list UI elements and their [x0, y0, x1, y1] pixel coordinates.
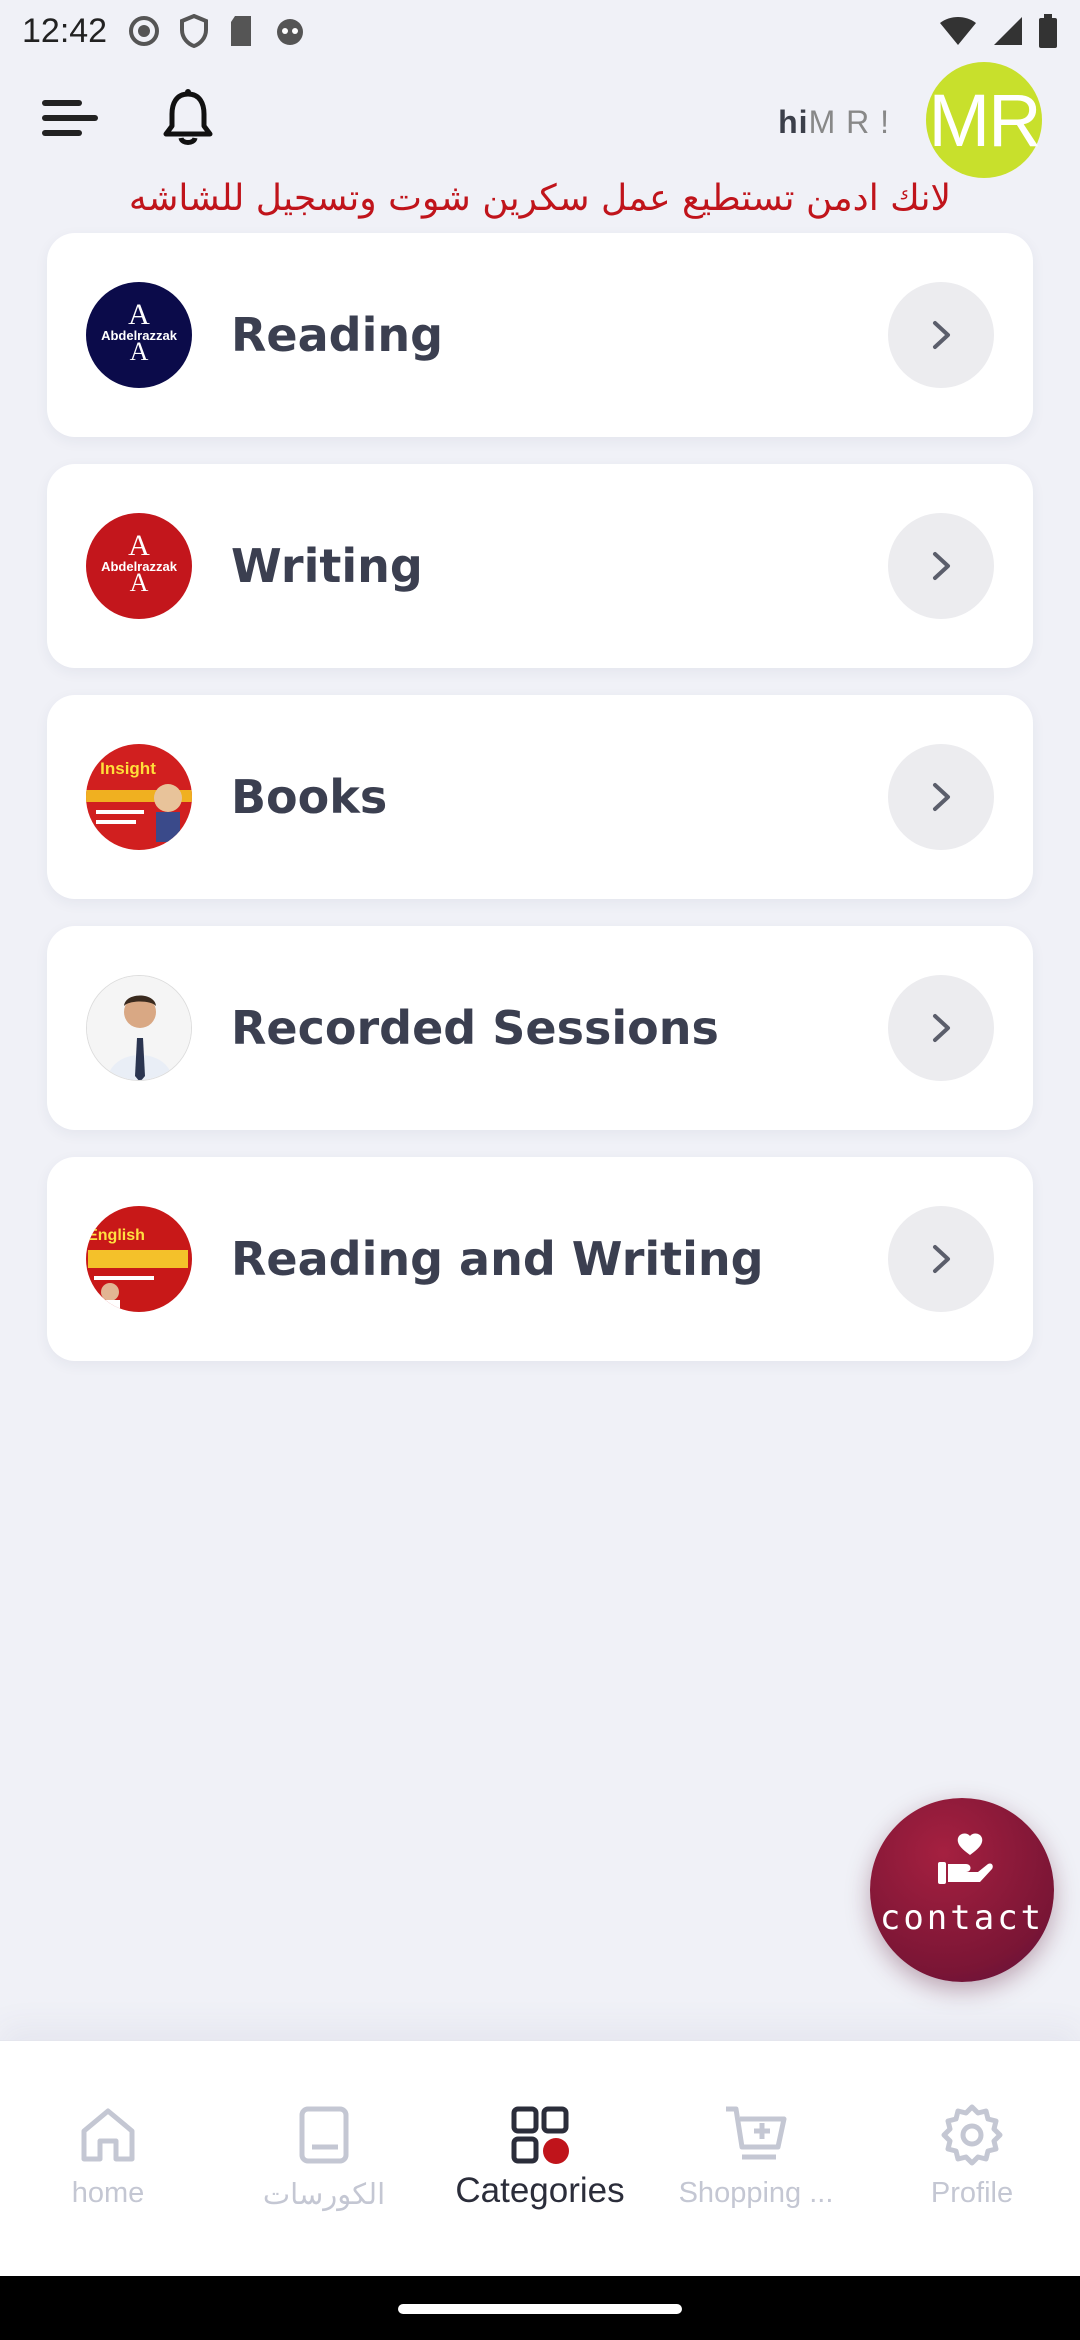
open-category-button[interactable]: [888, 744, 994, 850]
status-time: 12:42: [22, 11, 108, 50]
svg-text:English: English: [87, 1227, 145, 1244]
category-title: Reading and Writing: [231, 1232, 764, 1286]
svg-text:A: A: [128, 529, 150, 562]
category-list: A Abdelrazzak A Reading A Abdelrazzak A …: [47, 233, 1033, 1388]
cat-face-icon: [277, 19, 304, 45]
heart-hand-icon: [938, 1833, 993, 1884]
svg-text:A: A: [130, 568, 149, 597]
nav-label: home: [71, 2177, 145, 2209]
battery-icon: [1039, 14, 1057, 48]
open-category-button[interactable]: [888, 282, 994, 388]
cart-icon: [726, 2106, 787, 2160]
categories-grid-icon: [511, 2106, 569, 2164]
category-card-reading-and-writing[interactable]: English Reading and Writing: [47, 1157, 1033, 1361]
category-thumbnail: A Abdelrazzak A: [86, 513, 192, 619]
svg-text:A: A: [128, 298, 150, 331]
category-thumbnail: Insight: [86, 744, 192, 850]
nav-categories[interactable]: Categories: [432, 2041, 648, 2277]
chevron-right-icon: [933, 1014, 950, 1042]
contact-label: contact: [879, 1898, 1045, 1938]
app-header: hiM R ! MR: [0, 62, 1080, 178]
open-category-button[interactable]: [888, 1206, 994, 1312]
nav-label: الكورسات: [262, 2179, 386, 2211]
chevron-right-icon: [933, 1245, 950, 1273]
avatar[interactable]: MR: [926, 62, 1042, 178]
svg-text:A: A: [130, 337, 149, 366]
status-bar: 12:42: [0, 0, 1080, 62]
nav-profile[interactable]: Profile: [864, 2041, 1080, 2277]
category-card-writing[interactable]: A Abdelrazzak A Writing: [47, 464, 1033, 668]
open-category-button[interactable]: [888, 513, 994, 619]
signal-icon: [994, 17, 1022, 45]
category-thumbnail: English: [86, 1206, 192, 1312]
greeting-prefix: hi: [778, 104, 809, 140]
wifi-icon: [940, 17, 976, 45]
nav-home[interactable]: home: [0, 2041, 216, 2277]
gesture-bar: [0, 2276, 1080, 2340]
menu-button[interactable]: [40, 96, 100, 140]
gear-icon: [941, 2104, 1003, 2166]
home-icon: [81, 2108, 135, 2162]
record-icon: [129, 16, 160, 46]
menu-icon: [42, 100, 98, 136]
category-card-recorded-sessions[interactable]: Recorded Sessions: [47, 926, 1033, 1130]
nav-courses[interactable]: الكورسات: [216, 2041, 432, 2277]
nav-shopping[interactable]: Shopping ...: [648, 2041, 864, 2277]
category-card-reading[interactable]: A Abdelrazzak A Reading: [47, 233, 1033, 437]
category-title: Writing: [231, 539, 423, 593]
chevron-right-icon: [933, 552, 950, 580]
bell-icon: [163, 89, 213, 145]
home-indicator[interactable]: [398, 2304, 682, 2314]
notifications-button[interactable]: [160, 88, 216, 148]
shield-icon: [180, 14, 209, 48]
greeting: hiM R !: [778, 104, 890, 141]
nav-label: Shopping ...: [678, 2177, 834, 2209]
chevron-right-icon: [933, 783, 950, 811]
svg-text:Insight: Insight: [100, 759, 156, 778]
open-category-button[interactable]: [888, 975, 994, 1081]
category-thumbnail: A Abdelrazzak A: [86, 282, 192, 388]
category-thumbnail: [86, 975, 192, 1081]
category-card-books[interactable]: Insight Books: [47, 695, 1033, 899]
book-icon: [299, 2106, 349, 2164]
bottom-navigation: home الكورسات Categories Shopping ... Pr…: [0, 2040, 1080, 2277]
chevron-right-icon: [933, 321, 950, 349]
nav-label: Categories: [455, 2171, 625, 2210]
admin-notice: لانك ادمن تستطيع عمل سكرين شوت وتسجيل لل…: [128, 178, 952, 219]
greeting-name: M R !: [808, 104, 890, 140]
category-title: Recorded Sessions: [231, 1001, 719, 1055]
contact-button[interactable]: contact: [870, 1798, 1054, 1982]
category-title: Reading: [231, 308, 444, 362]
sd-card-icon: [231, 16, 252, 46]
nav-label: Profile: [930, 2177, 1014, 2209]
category-title: Books: [231, 770, 388, 824]
